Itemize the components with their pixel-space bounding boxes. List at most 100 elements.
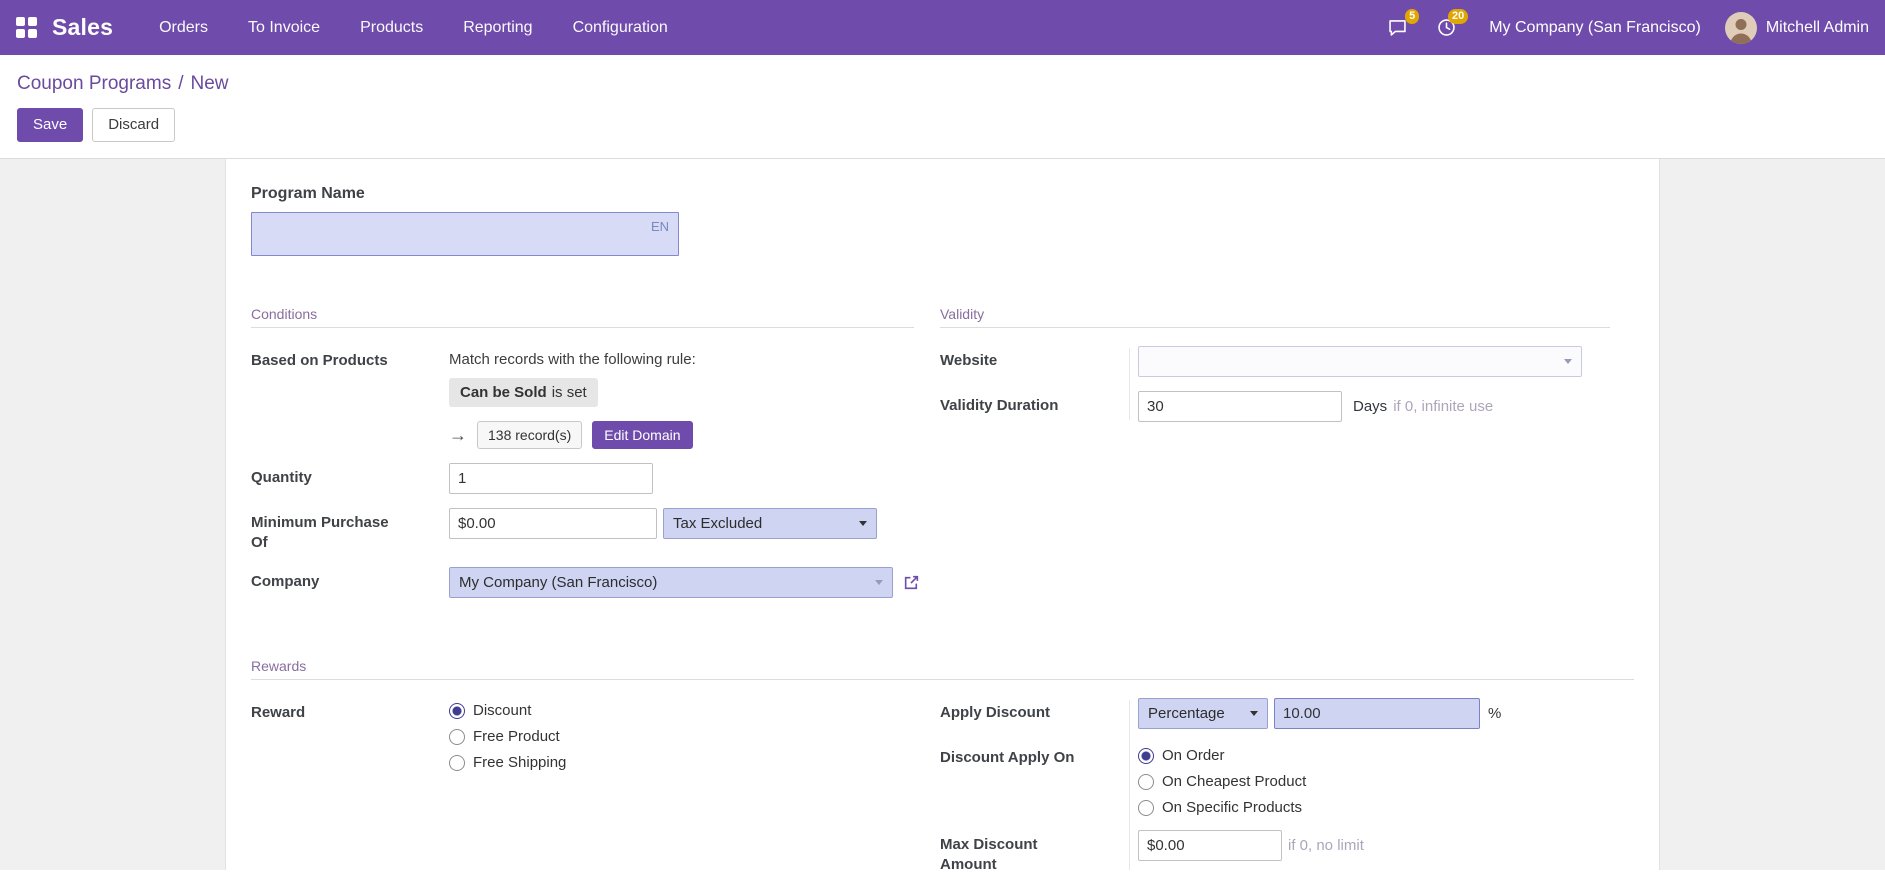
save-button[interactable]: Save — [17, 108, 84, 142]
discard-button[interactable]: Discard — [92, 108, 176, 142]
rule-intro-text: Match records with the following rule: — [449, 351, 696, 368]
reward-row: Reward Discount Free Product Free Shippi… — [251, 698, 914, 771]
radio-option-label: On Order — [1162, 747, 1225, 764]
discount-type-select[interactable]: Percentage — [1138, 698, 1268, 729]
conditions-validity-groups: Conditions Based on Products Match recor… — [251, 306, 1634, 612]
radio-option-on-specific-products[interactable]: On Specific Products — [1138, 799, 1306, 816]
website-label: Website — [940, 352, 998, 369]
messages-badge: 5 — [1405, 9, 1420, 24]
arrow-right-icon: → — [449, 425, 467, 445]
discount-group: Apply Discount Percentage % — [940, 698, 1634, 870]
rule-operator: is set — [551, 384, 587, 401]
activities-badge: 20 — [1447, 9, 1469, 24]
discount-apply-on-row: Discount Apply On On Order On Cheapest P… — [940, 743, 1610, 816]
validity-section-title: Validity — [940, 306, 1610, 328]
radio-option-label: Free Shipping — [473, 754, 567, 771]
activities-icon[interactable]: 20 — [1436, 9, 1469, 38]
avatar[interactable] — [1724, 11, 1757, 44]
radio-option-label: On Specific Products — [1162, 799, 1303, 816]
translation-lang-tag[interactable]: EN — [651, 219, 669, 234]
form-sheet: Program Name EN Conditions Based on Prod… — [225, 159, 1660, 870]
rule-field-name: Can be Sold — [460, 384, 547, 401]
validity-group: Validity Website Validity Duration 30 Da… — [940, 306, 1634, 436]
company-label: Company — [251, 573, 320, 590]
edit-domain-button[interactable]: Edit Domain — [592, 421, 693, 449]
breadcrumb-parent[interactable]: Coupon Programs — [17, 73, 171, 94]
quantity-input[interactable] — [449, 463, 653, 494]
max-discount-row: Max Discount Amount if 0, no limit — [940, 830, 1610, 870]
main-menu: Orders To Invoice Products Reporting Con… — [159, 19, 668, 37]
quantity-label: Quantity — [251, 469, 312, 486]
apps-menu-icon[interactable] — [16, 17, 37, 38]
breadcrumb-separator: / — [178, 73, 184, 94]
program-name-block: Program Name EN — [251, 185, 1634, 256]
menu-products[interactable]: Products — [360, 19, 423, 37]
radio-icon — [449, 728, 465, 745]
validity-duration-label: Validity Duration — [940, 397, 1059, 414]
radio-icon — [449, 754, 465, 771]
rewards-section: Rewards Reward Discount Free Product Fre… — [251, 658, 1634, 870]
rewards-section-title: Rewards — [251, 658, 1634, 680]
user-menu[interactable]: Mitchell Admin — [1766, 19, 1869, 37]
control-panel: Coupon Programs / New Save Discard — [0, 55, 1885, 159]
duration-hint-text: if 0, infinite use — [1393, 398, 1494, 415]
percent-suffix: % — [1488, 705, 1502, 722]
website-row: Website — [940, 346, 1610, 377]
radio-option-free-product[interactable]: Free Product — [449, 728, 566, 745]
program-name-label: Program Name — [251, 185, 365, 202]
reward-radio-group: Discount Free Product Free Shipping — [449, 698, 566, 771]
min-purchase-row: Minimum Purchase Of Tax Excluded — [251, 508, 914, 553]
caret-down-icon — [1564, 359, 1572, 364]
records-count-button[interactable]: 138 record(s) — [477, 421, 583, 449]
based-on-products-label: Based on Products — [251, 352, 388, 369]
max-discount-hint: if 0, no limit — [1288, 837, 1364, 854]
radio-option-discount[interactable]: Discount — [449, 702, 566, 719]
program-name-input[interactable]: EN — [251, 212, 679, 256]
breadcrumb: Coupon Programs / New — [17, 73, 1868, 95]
company-select[interactable]: My Company (San Francisco) — [449, 567, 893, 598]
based-on-products-row: Based on Products Match records with the… — [251, 346, 914, 449]
radio-icon — [1138, 773, 1154, 790]
caret-down-icon — [1250, 711, 1258, 716]
menu-to-invoice[interactable]: To Invoice — [248, 19, 320, 37]
company-row: Company My Company (San Francisco) — [251, 567, 919, 598]
min-purchase-label: Minimum Purchase Of — [251, 514, 389, 551]
website-select[interactable] — [1138, 346, 1582, 377]
discount-type-value: Percentage — [1148, 705, 1225, 722]
quantity-row: Quantity — [251, 463, 914, 494]
max-discount-input[interactable] — [1138, 830, 1282, 861]
min-purchase-input[interactable] — [449, 508, 657, 539]
content-area: Program Name EN Conditions Based on Prod… — [0, 159, 1885, 870]
validity-duration-row: Validity Duration Days if 0, infinite us… — [940, 391, 1610, 422]
radio-option-on-order[interactable]: On Order — [1138, 747, 1306, 764]
max-discount-label: Max Discount Amount — [940, 836, 1038, 870]
menu-orders[interactable]: Orders — [159, 19, 208, 37]
top-navbar: Sales Orders To Invoice Products Reporti… — [0, 0, 1885, 55]
validity-duration-input[interactable] — [1138, 391, 1342, 422]
caret-down-icon — [859, 521, 867, 526]
messages-icon[interactable]: 5 — [1387, 9, 1420, 38]
duration-unit-text: Days — [1353, 398, 1388, 415]
radio-icon — [1138, 799, 1154, 816]
discount-apply-on-radio-group: On Order On Cheapest Product On Specific… — [1138, 743, 1306, 816]
reward-group: Reward Discount Free Product Free Shippi… — [251, 698, 940, 785]
radio-icon — [1138, 747, 1154, 764]
tax-mode-select[interactable]: Tax Excluded — [663, 508, 877, 539]
tax-mode-value: Tax Excluded — [673, 515, 763, 532]
discount-apply-on-label: Discount Apply On — [940, 749, 1075, 766]
breadcrumb-current: New — [190, 73, 229, 94]
menu-configuration[interactable]: Configuration — [573, 19, 668, 37]
company-switcher[interactable]: My Company (San Francisco) — [1489, 19, 1701, 37]
app-name[interactable]: Sales — [52, 14, 113, 41]
domain-rule-badge[interactable]: Can be Sold is set — [449, 378, 598, 407]
radio-option-label: Free Product — [473, 728, 560, 745]
radio-icon — [449, 702, 465, 719]
radio-option-label: Discount — [473, 702, 532, 719]
conditions-section-title: Conditions — [251, 306, 914, 328]
radio-option-on-cheapest-product[interactable]: On Cheapest Product — [1138, 773, 1306, 790]
external-link-icon[interactable] — [903, 574, 920, 591]
radio-option-free-shipping[interactable]: Free Shipping — [449, 754, 566, 771]
menu-reporting[interactable]: Reporting — [463, 19, 532, 37]
discount-percentage-input[interactable] — [1274, 698, 1480, 729]
reward-label: Reward — [251, 704, 306, 721]
